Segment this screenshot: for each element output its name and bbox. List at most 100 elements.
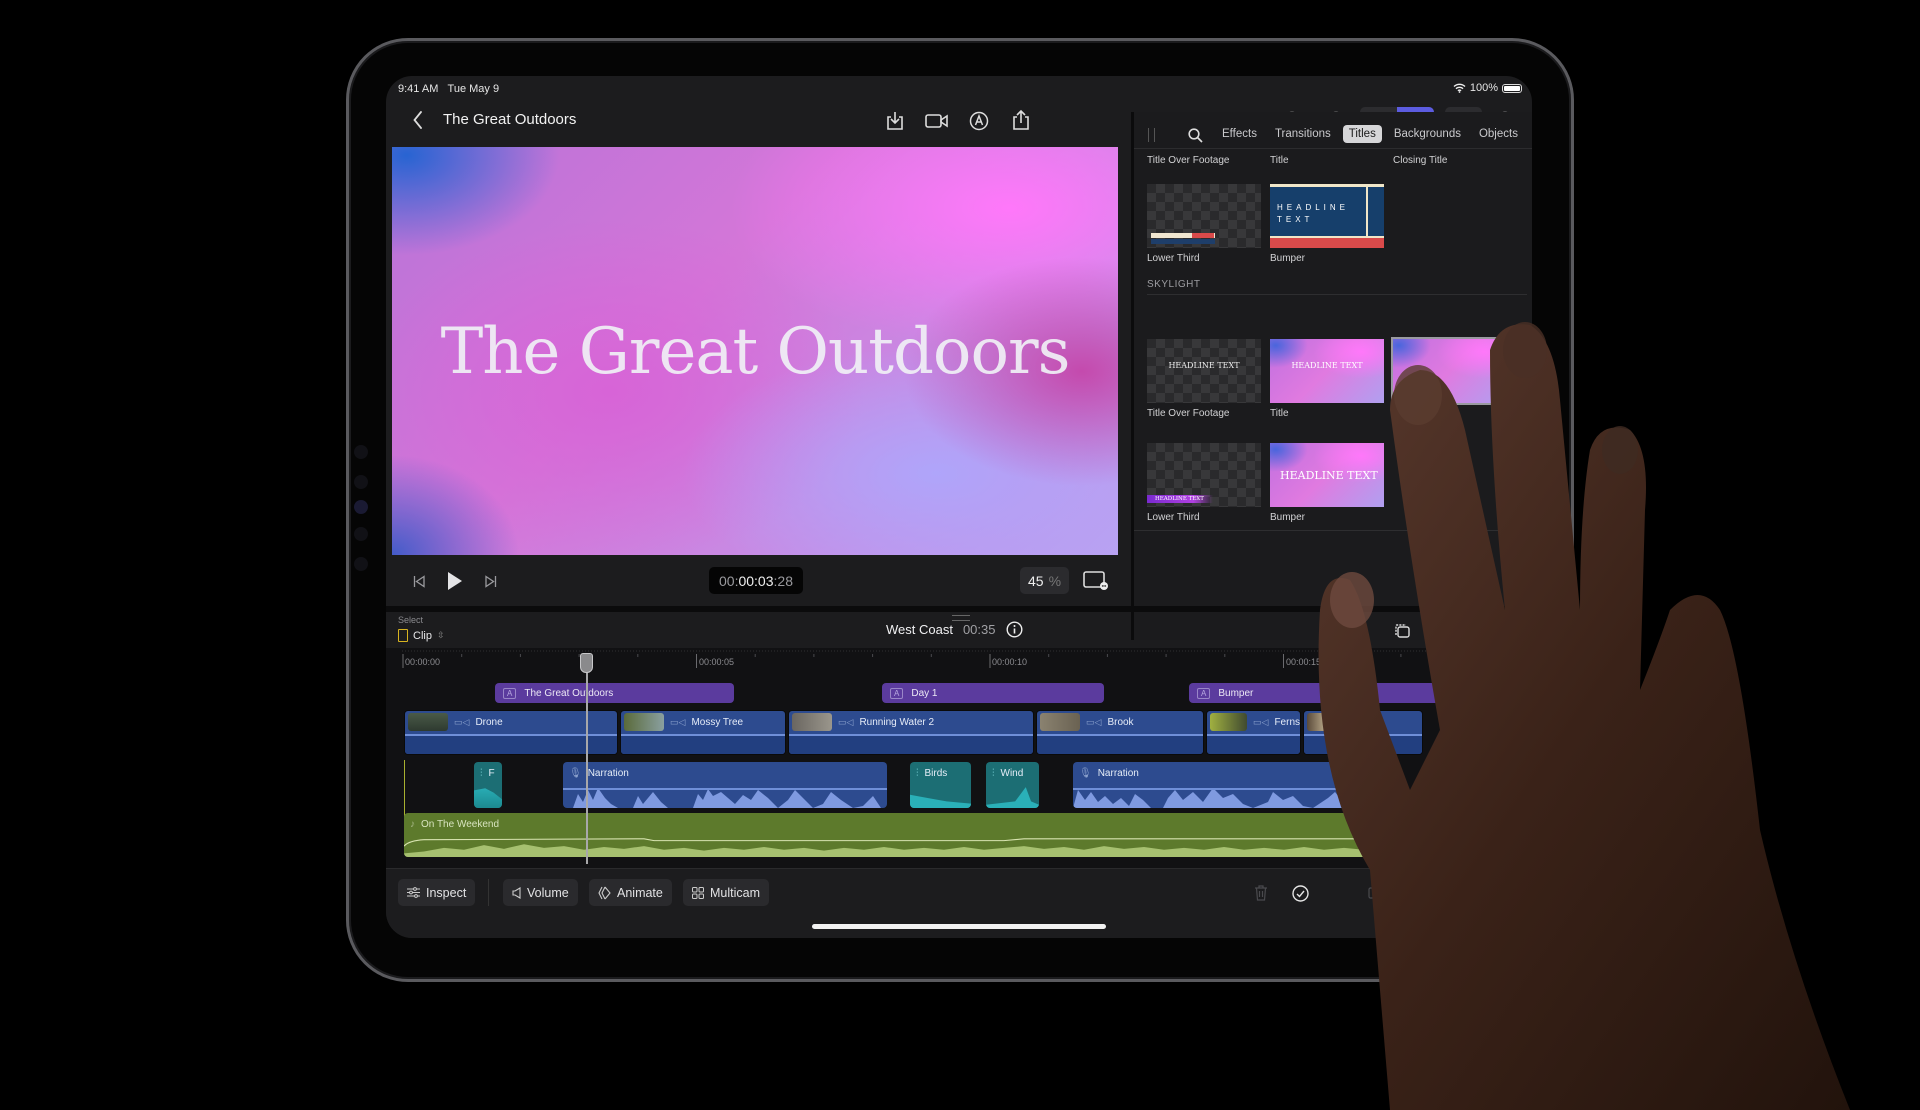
title-tile-bumper[interactable]: HEADLINE TEXT bbox=[1270, 443, 1384, 507]
tile-thumb-text: HEADLINE TEXT bbox=[1147, 495, 1213, 503]
skip-back-button[interactable] bbox=[410, 572, 428, 590]
title-clip-the-great-outdoors[interactable]: A The Great Outdoors bbox=[495, 683, 734, 703]
multicam-button[interactable]: Multicam bbox=[683, 879, 770, 906]
title-tile-bumper[interactable]: HEADLINE TEXT bbox=[1270, 184, 1384, 248]
tile-label: Title bbox=[1270, 408, 1289, 419]
back-button[interactable] bbox=[406, 108, 430, 132]
audio-clip-sfx[interactable]: ⫶ F bbox=[474, 762, 502, 808]
play-button[interactable] bbox=[443, 569, 467, 593]
timeline-options-button[interactable] bbox=[1392, 622, 1412, 640]
tab-transitions[interactable]: Transitions bbox=[1269, 125, 1337, 143]
video-clip-icon: ▭◁ bbox=[1253, 716, 1269, 727]
title-clip-bumper[interactable]: A Bumper bbox=[1189, 683, 1439, 703]
music-note-icon: ♪ bbox=[410, 819, 415, 830]
delete-button[interactable] bbox=[1250, 882, 1272, 904]
select-mode-value: Clip bbox=[413, 629, 432, 642]
inspect-button[interactable]: Inspect bbox=[398, 879, 476, 906]
tab-effects[interactable]: Effects bbox=[1216, 125, 1263, 143]
multicam-icon bbox=[692, 886, 704, 899]
video-clip[interactable] bbox=[1303, 710, 1423, 755]
volume-label: Volume bbox=[527, 885, 569, 900]
share-button[interactable] bbox=[1008, 106, 1034, 134]
zoom-level-button[interactable]: 45% bbox=[1020, 567, 1069, 594]
clip-label: F bbox=[488, 768, 495, 779]
zoom-unit: % bbox=[1048, 572, 1062, 589]
project-info: West Coast 00:35 bbox=[886, 621, 1023, 638]
chevron-left-icon bbox=[413, 111, 422, 129]
multicam-label: Multicam bbox=[710, 885, 761, 900]
panel-drag-handle[interactable] bbox=[1148, 128, 1155, 142]
timeline-ruler[interactable]: 00:00:00 00:00:05 00:00:10 00:00:15 bbox=[402, 648, 1532, 670]
title-clip-day-1[interactable]: A Day 1 bbox=[882, 683, 1104, 703]
title-tile-closing-title[interactable] bbox=[1391, 337, 1509, 405]
sensor-dot bbox=[354, 475, 368, 489]
select-mode-dropdown[interactable]: Clip ⇳ bbox=[398, 629, 445, 642]
home-indicator[interactable] bbox=[812, 924, 1106, 929]
info-icon[interactable] bbox=[1005, 621, 1023, 638]
video-clip-ferns[interactable]: ▭◁ Ferns bbox=[1206, 710, 1301, 755]
viewer-options-icon bbox=[1083, 571, 1108, 590]
music-clip-on-the-weekend[interactable]: ♪ On The Weekend bbox=[404, 813, 1414, 857]
title-clip-label: The Great Outdoors bbox=[524, 687, 614, 699]
speaker-icon bbox=[512, 886, 521, 899]
tile-thumb-text: HEADLINE TEXT bbox=[1280, 469, 1378, 482]
tab-backgrounds[interactable]: Backgrounds bbox=[1388, 125, 1467, 143]
play-icon bbox=[448, 572, 462, 590]
tab-objects[interactable]: Objects bbox=[1473, 125, 1524, 143]
audio-clip-birds[interactable]: ⫶ Birds bbox=[910, 762, 971, 808]
confirm-button[interactable] bbox=[1289, 882, 1311, 904]
clip-thumbnail bbox=[624, 713, 664, 731]
tile-label: Lower Third bbox=[1147, 253, 1200, 264]
timecode-display[interactable]: 00: 00:03:28 bbox=[709, 567, 803, 594]
project-title: The Great Outdoors bbox=[443, 111, 577, 128]
skip-forward-button[interactable] bbox=[482, 572, 500, 590]
music-waveform bbox=[404, 838, 1414, 857]
camera-button[interactable] bbox=[923, 108, 951, 134]
toolbar-divider bbox=[488, 879, 489, 906]
project-duration: 00:35 bbox=[962, 622, 996, 637]
animate-button[interactable]: Animate bbox=[589, 879, 672, 906]
search-button[interactable] bbox=[1186, 126, 1204, 144]
ruler-label: 00:00:00 bbox=[405, 657, 441, 667]
playhead-handle[interactable] bbox=[580, 653, 593, 673]
video-clip-icon: ▭◁ bbox=[670, 716, 686, 727]
title-tile-title[interactable]: HEADLINE TEXT bbox=[1270, 339, 1384, 403]
volume-button[interactable]: Volume bbox=[503, 879, 578, 906]
clip-thumbnail bbox=[1210, 713, 1247, 731]
section-title: SKYLIGHT bbox=[1147, 279, 1201, 290]
tile-label: Title Over Footage bbox=[1147, 155, 1230, 166]
tab-titles[interactable]: Titles bbox=[1342, 125, 1382, 143]
title-tile-lower-third[interactable] bbox=[1147, 184, 1261, 248]
ruler-label: 00:00:10 bbox=[992, 657, 1028, 667]
updown-chevron-icon: ⇳ bbox=[436, 630, 445, 640]
video-viewer[interactable]: The Great Outdoors bbox=[392, 147, 1118, 555]
ipad-screen: 9:41 AM Tue May 9 100% The Great Outdoor… bbox=[386, 76, 1532, 938]
import-button[interactable] bbox=[882, 108, 908, 134]
timeline-options-icon bbox=[1395, 624, 1410, 638]
tabs-divider bbox=[1134, 148, 1532, 149]
sliders-icon bbox=[407, 887, 420, 898]
audio-clip-narration[interactable]: 🎙 Narration bbox=[563, 762, 887, 808]
title-tile-lower-third[interactable]: HEADLINE TEXT bbox=[1147, 443, 1261, 507]
tile-thumb-text: HEADLINE TEXT bbox=[1168, 361, 1240, 370]
zoom-value: 45 bbox=[1027, 572, 1044, 589]
viewer-options-button[interactable] bbox=[1082, 569, 1110, 593]
camera-dot bbox=[354, 445, 368, 459]
video-clip-brook[interactable]: ▭◁ Brook bbox=[1036, 710, 1204, 755]
animate-label: Animate bbox=[617, 885, 663, 900]
camera-icon bbox=[925, 114, 948, 128]
split-button[interactable] bbox=[1366, 882, 1388, 904]
clip-label: Brook bbox=[1107, 716, 1134, 728]
camera-lens bbox=[354, 500, 368, 514]
audio-clip-wind[interactable]: ⫶ Wind bbox=[986, 762, 1039, 808]
audio-clip-narration-2[interactable]: 🎙 Narration bbox=[1073, 762, 1393, 808]
video-clip-mossy-tree[interactable]: ▭◁ Mossy Tree bbox=[620, 710, 786, 755]
clip-label: Narration bbox=[1097, 768, 1139, 779]
video-clip-icon: ▭◁ bbox=[1086, 716, 1102, 727]
tile-label: Bumper bbox=[1270, 512, 1306, 523]
title-tile-title-over-footage[interactable]: HEADLINE TEXT bbox=[1147, 339, 1261, 403]
voiceover-button[interactable] bbox=[966, 108, 992, 134]
video-clip-running-water-2[interactable]: ▭◁ Running Water 2 bbox=[788, 710, 1034, 755]
clip-thumbnail bbox=[1307, 713, 1347, 731]
tile-thumb-text: HEADLINE TEXT bbox=[1277, 203, 1350, 224]
